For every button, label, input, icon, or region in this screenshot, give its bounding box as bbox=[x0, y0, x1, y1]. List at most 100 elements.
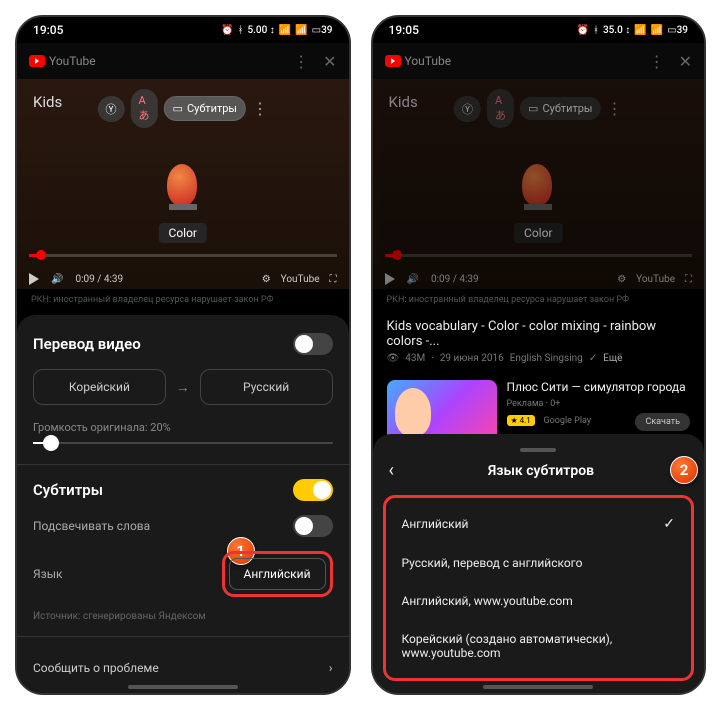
download-button[interactable]: Скачать bbox=[635, 413, 690, 431]
subtitles-section-title: Субтитры bbox=[33, 481, 103, 499]
disclaimer: РКН: иностранный владелец ресурса наруша… bbox=[17, 289, 349, 311]
language-label: Язык bbox=[33, 567, 63, 581]
play-icon[interactable] bbox=[385, 273, 395, 285]
yandex-icon[interactable]: Ⓨ bbox=[454, 96, 481, 122]
ad-store: Google Play bbox=[544, 416, 592, 426]
volume-slider[interactable] bbox=[33, 442, 333, 444]
overlay-more-icon[interactable]: ⋮ bbox=[252, 99, 268, 118]
report-problem-button[interactable]: Сообщить о проблеме › bbox=[33, 651, 333, 675]
youtube-header: YouTube ⋮ ✕ bbox=[17, 43, 349, 79]
overlay-more-icon[interactable]: ⋮ bbox=[606, 99, 622, 118]
sheet-handle[interactable] bbox=[520, 448, 556, 452]
translate-toggle[interactable] bbox=[293, 333, 333, 355]
volume-icon[interactable]: 🔊 bbox=[407, 274, 419, 285]
signal-icon: 📶 bbox=[651, 25, 663, 36]
network-icon: 35.0 ↕ bbox=[603, 25, 630, 36]
youtube-header: YouTube ⋮ ✕ bbox=[373, 43, 705, 79]
cc-icon: ▭ bbox=[528, 102, 538, 115]
language-select-button[interactable]: Английский bbox=[229, 558, 326, 590]
views: 43M bbox=[405, 353, 425, 364]
check-icon: ✓ bbox=[663, 516, 675, 532]
video-meta: Kids vocabulary - Color - color mixing -… bbox=[373, 311, 705, 372]
home-indicator[interactable] bbox=[128, 685, 238, 689]
highlight-toggle[interactable] bbox=[293, 515, 333, 537]
volume-label: Громкость оригинала: 20% bbox=[33, 421, 333, 434]
signal-icon: 📶 bbox=[295, 25, 307, 36]
bluetooth-icon: ᚼ bbox=[237, 25, 243, 36]
channel-name[interactable]: English Singsing bbox=[510, 353, 583, 364]
language-sheet: ‹ Язык субтитров 2 Английский ✓ Русский,… bbox=[373, 434, 705, 693]
youtube-logo[interactable]: YouTube bbox=[385, 54, 452, 68]
video-title: Kids bbox=[33, 93, 62, 111]
disclaimer: РКН: иностранный владелец ресурса наруша… bbox=[373, 289, 705, 311]
language-option[interactable]: Английский, www.youtube.com bbox=[386, 582, 692, 620]
sheet-title: Язык субтитров bbox=[394, 463, 688, 479]
more-icon[interactable]: ⋮ bbox=[293, 52, 309, 71]
subtitle-overlay: Color bbox=[159, 223, 207, 243]
upload-date: 29 июня 2016 bbox=[440, 353, 504, 364]
language-option[interactable]: Английский ✓ bbox=[386, 504, 692, 544]
battery-icon: ▭39 bbox=[667, 25, 688, 36]
video-content bbox=[522, 164, 554, 212]
language-option[interactable]: Русский, перевод с английского bbox=[386, 544, 692, 582]
video-controls: 🔊 0:09 / 4:39 ⚙ YouTube ⛶ bbox=[29, 273, 337, 285]
translate-section-title: Перевод видео bbox=[33, 335, 141, 353]
highlight-words-label: Подсвечивать слова bbox=[33, 519, 150, 533]
video-content bbox=[167, 164, 199, 212]
playback-time: 0:09 / 4:39 bbox=[431, 274, 479, 285]
battery-icon: ▭39 bbox=[312, 25, 333, 36]
status-icons: ⏰ ᚼ 5.00 ↕ 📶 📶 ▭39 bbox=[221, 25, 333, 36]
to-language-button[interactable]: Русский bbox=[200, 369, 333, 405]
video-controls: 🔊 0:09 / 4:39 ⚙ YouTube ⛶ bbox=[385, 273, 693, 285]
overlay-toolbar: Ⓨ Аあ ▭ Субтитры ⋮ bbox=[98, 89, 268, 128]
language-option[interactable]: Корейский (создано автоматически), www.y… bbox=[386, 620, 692, 672]
subtitle-overlay: Color bbox=[514, 223, 562, 243]
more-link[interactable]: Ещё bbox=[603, 353, 622, 364]
cc-icon: ▭ bbox=[173, 102, 183, 115]
alarm-icon: ⏰ bbox=[221, 25, 233, 36]
arrow-right-icon: → bbox=[176, 379, 190, 396]
ad-title: Плюс Сити — симулятор города bbox=[507, 380, 691, 396]
overlay-toolbar: Ⓨ Аあ ▭ Субтитры ⋮ bbox=[454, 89, 622, 128]
fullscreen-icon[interactable]: ⛶ bbox=[330, 274, 337, 285]
network-icon: 5.00 ↕ bbox=[247, 25, 274, 36]
status-time: 19:05 bbox=[33, 23, 63, 37]
subtitles-toggle[interactable] bbox=[293, 479, 333, 501]
phone-right: 19:05 ⏰ ᚼ 35.0 ↕ 📶 📶 ▭39 YouTube ⋮ ✕ Kid… bbox=[371, 15, 707, 695]
youtube-label: YouTube bbox=[281, 274, 320, 285]
translate-icon[interactable]: Аあ bbox=[487, 89, 514, 128]
progress-bar[interactable] bbox=[385, 254, 693, 257]
status-icons: ⏰ ᚼ 35.0 ↕ 📶 📶 ▭39 bbox=[576, 25, 688, 36]
highlight-box-1: Английский bbox=[222, 551, 333, 597]
from-language-button[interactable]: Корейский bbox=[33, 369, 166, 405]
callout-badge-2: 2 bbox=[670, 456, 698, 484]
ad-rating: ★ 4.1 bbox=[507, 415, 535, 426]
play-icon[interactable] bbox=[29, 273, 39, 285]
verified-icon: ✓ bbox=[589, 353, 597, 364]
close-icon[interactable]: ✕ bbox=[323, 52, 336, 71]
playback-time: 0:09 / 4:39 bbox=[75, 274, 123, 285]
volume-icon[interactable]: 🔊 bbox=[51, 274, 63, 285]
fullscreen-icon[interactable]: ⛶ bbox=[685, 274, 692, 285]
subtitles-pill[interactable]: ▭ Субтитры bbox=[164, 96, 246, 121]
chevron-right-icon: › bbox=[329, 661, 333, 675]
close-icon[interactable]: ✕ bbox=[679, 52, 692, 71]
more-icon[interactable]: ⋮ bbox=[649, 52, 665, 71]
signal-icon: 📶 bbox=[634, 25, 646, 36]
settings-icon[interactable]: ⚙ bbox=[262, 274, 271, 285]
highlight-box-2: Английский ✓ Русский, перевод с английск… bbox=[383, 495, 695, 681]
home-indicator[interactable] bbox=[483, 685, 593, 689]
progress-bar[interactable] bbox=[29, 254, 337, 257]
translate-icon[interactable]: Аあ bbox=[131, 89, 158, 128]
status-bar: 19:05 ⏰ ᚼ 35.0 ↕ 📶 📶 ▭39 bbox=[373, 17, 705, 43]
settings-icon[interactable]: ⚙ bbox=[617, 274, 626, 285]
signal-icon: 📶 bbox=[279, 25, 291, 36]
video-player[interactable]: Kids Ⓨ Аあ ▭ Субтитры ⋮ Color 🔊 0:09 / 4:… bbox=[373, 79, 705, 289]
views-icon: 👁 bbox=[387, 353, 400, 364]
status-bar: 19:05 ⏰ ᚼ 5.00 ↕ 📶 📶 ▭39 bbox=[17, 17, 349, 43]
video-player[interactable]: Kids Ⓨ Аあ ▭ Субтитры ⋮ Color 🔊 0:09 / 4:… bbox=[17, 79, 349, 289]
yandex-icon[interactable]: Ⓨ bbox=[98, 96, 125, 122]
youtube-logo[interactable]: YouTube bbox=[29, 54, 96, 68]
subtitles-pill[interactable]: ▭ Субтитры bbox=[520, 97, 600, 120]
phone-left: 19:05 ⏰ ᚼ 5.00 ↕ 📶 📶 ▭39 YouTube ⋮ ✕ Kid… bbox=[15, 15, 351, 695]
